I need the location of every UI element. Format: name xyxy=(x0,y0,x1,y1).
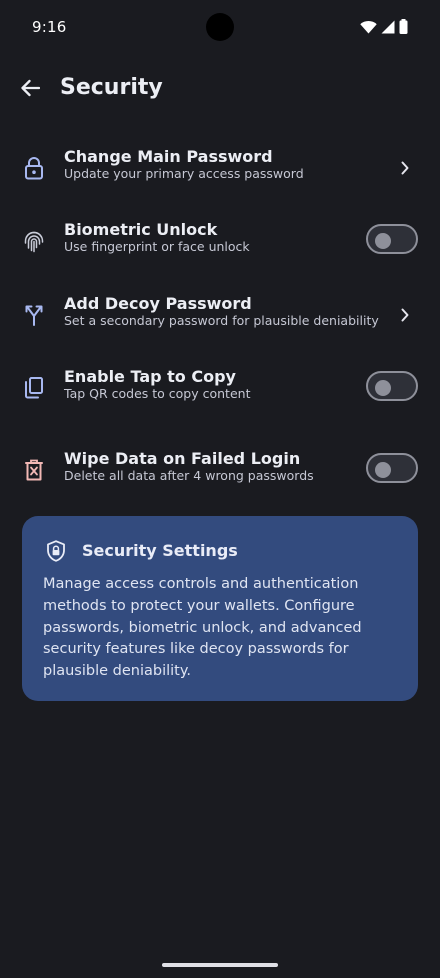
biometric-unlock-toggle[interactable] xyxy=(366,224,418,254)
status-bar: 9:16 xyxy=(0,0,440,56)
shield-lock-icon xyxy=(46,540,66,562)
setting-wipe-data-on-failed-login: Wipe Data on Failed Login Delete all dat… xyxy=(0,442,440,502)
setting-text: Biometric Unlock Use fingerprint or face… xyxy=(64,220,354,255)
home-indicator[interactable] xyxy=(162,963,278,967)
setting-title: Change Main Password xyxy=(64,147,273,166)
setting-add-decoy-password[interactable]: Add Decoy Password Set a secondary passw… xyxy=(0,287,440,347)
setting-change-main-password[interactable]: Change Main Password Update your primary… xyxy=(0,140,440,200)
app-bar: Security xyxy=(0,60,440,120)
info-card-body: Manage access controls and authenticatio… xyxy=(43,576,362,680)
chevron-right-icon xyxy=(396,158,414,178)
info-card-title: Security Settings xyxy=(82,541,238,560)
setting-title: Add Decoy Password xyxy=(64,294,252,313)
setting-subtitle: Set a secondary password for plausible d… xyxy=(64,313,379,328)
status-icons xyxy=(360,19,408,34)
chevron-right-icon xyxy=(396,305,414,325)
camera-cutout xyxy=(206,13,234,41)
status-time: 9:16 xyxy=(32,18,67,36)
cellular-signal-icon xyxy=(381,20,395,34)
setting-enable-tap-to-copy: Enable Tap to Copy Tap QR codes to copy … xyxy=(0,360,440,420)
setting-text: Enable Tap to Copy Tap QR codes to copy … xyxy=(64,367,354,402)
toggle-knob xyxy=(375,233,391,249)
setting-title: Enable Tap to Copy xyxy=(64,367,236,386)
toggle-knob xyxy=(375,462,391,478)
setting-biometric-unlock: Biometric Unlock Use fingerprint or face… xyxy=(0,213,440,273)
security-info-card: Security Settings Manage access controls… xyxy=(22,516,418,701)
setting-text: Add Decoy Password Set a secondary passw… xyxy=(64,294,379,329)
lock-icon xyxy=(22,156,46,180)
back-button[interactable] xyxy=(14,74,46,106)
setting-title: Wipe Data on Failed Login xyxy=(64,449,301,468)
setting-subtitle: Delete all data after 4 wrong passwords xyxy=(64,468,314,483)
split-arrows-icon xyxy=(22,303,46,327)
setting-title: Biometric Unlock xyxy=(64,220,218,239)
battery-icon xyxy=(399,19,408,34)
toggle-knob xyxy=(375,380,391,396)
setting-subtitle: Use fingerprint or face unlock xyxy=(64,239,250,254)
page-title: Security xyxy=(60,75,163,100)
tap-to-copy-toggle[interactable] xyxy=(366,371,418,401)
wifi-icon xyxy=(360,20,377,34)
setting-subtitle: Update your primary access password xyxy=(64,166,304,181)
setting-text: Wipe Data on Failed Login Delete all dat… xyxy=(64,449,354,484)
fingerprint-icon xyxy=(22,229,46,253)
setting-text: Change Main Password Update your primary… xyxy=(64,147,354,182)
delete-forever-icon xyxy=(22,458,46,482)
wipe-data-toggle[interactable] xyxy=(366,453,418,483)
arrow-back-icon xyxy=(20,79,41,101)
copy-icon xyxy=(22,376,46,400)
setting-subtitle: Tap QR codes to copy content xyxy=(64,386,251,401)
